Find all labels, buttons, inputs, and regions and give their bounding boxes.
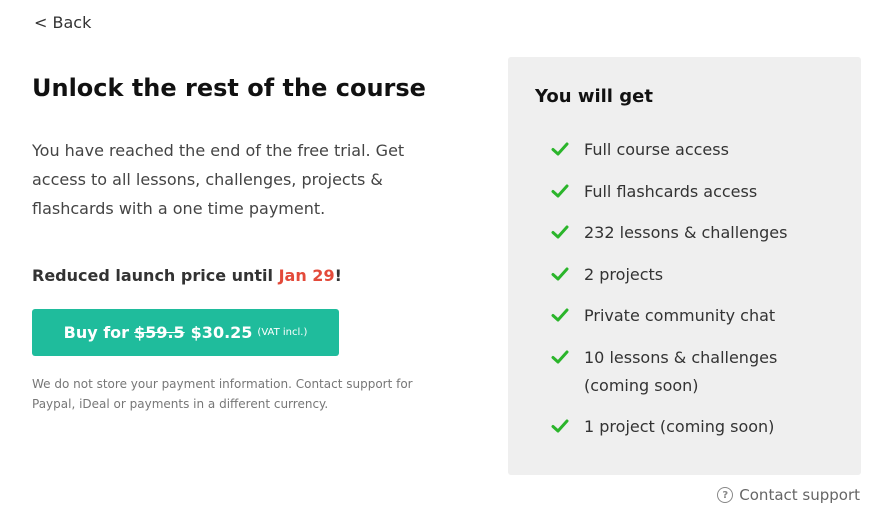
benefits-heading: You will get: [535, 86, 653, 107]
feature-label: 1 project (coming soon): [584, 417, 775, 436]
feature-label: 10 lessons & challenges (coming soon): [584, 348, 778, 395]
feature-label: 232 lessons & challenges: [584, 223, 788, 242]
contact-support-label: Contact support: [739, 486, 860, 504]
help-circle-icon: ?: [717, 487, 734, 503]
check-icon: [551, 142, 569, 156]
old-price: $59.5: [134, 323, 185, 342]
trial-description: You have reached the end of the free tri…: [32, 141, 405, 218]
benefits-panel: You will get Full course access Full fla…: [508, 57, 861, 475]
feature-label: Full course access: [584, 140, 729, 159]
feature-item: Full flashcards access: [550, 178, 834, 206]
buy-button[interactable]: Buy for $59.5 $30.25 (VAT incl.): [32, 309, 339, 356]
feature-item: 2 projects: [550, 261, 834, 289]
check-icon: [551, 350, 569, 364]
promo-date: Jan 29: [278, 266, 335, 285]
check-icon: [551, 308, 569, 322]
check-icon: [551, 419, 569, 433]
promo-suffix: !: [334, 266, 342, 285]
promo-prefix: Reduced launch price until: [32, 266, 279, 285]
contact-support-link[interactable]: ? Contact support: [717, 486, 860, 504]
vat-note: (VAT incl.): [257, 327, 308, 338]
feature-item: Private community chat: [550, 302, 834, 330]
feature-item: 232 lessons & challenges: [550, 219, 834, 247]
check-icon: [551, 225, 569, 239]
feature-label: Private community chat: [584, 306, 776, 325]
page-title: Unlock the rest of the course: [32, 74, 426, 102]
back-link[interactable]: < Back: [34, 13, 91, 32]
new-price: $30.25: [190, 323, 253, 342]
promo-text: Reduced launch price until Jan 29!: [32, 266, 342, 285]
feature-item: 1 project (coming soon): [550, 413, 834, 441]
feature-item: 10 lessons & challenges (coming soon): [550, 344, 834, 400]
check-icon: [551, 184, 569, 198]
buy-label: Buy for: [63, 323, 130, 342]
check-icon: [551, 267, 569, 281]
feature-item: Full course access: [550, 136, 834, 164]
payment-note: We do not store your payment information…: [32, 377, 413, 411]
feature-label: 2 projects: [584, 265, 664, 284]
feature-label: Full flashcards access: [584, 182, 758, 201]
